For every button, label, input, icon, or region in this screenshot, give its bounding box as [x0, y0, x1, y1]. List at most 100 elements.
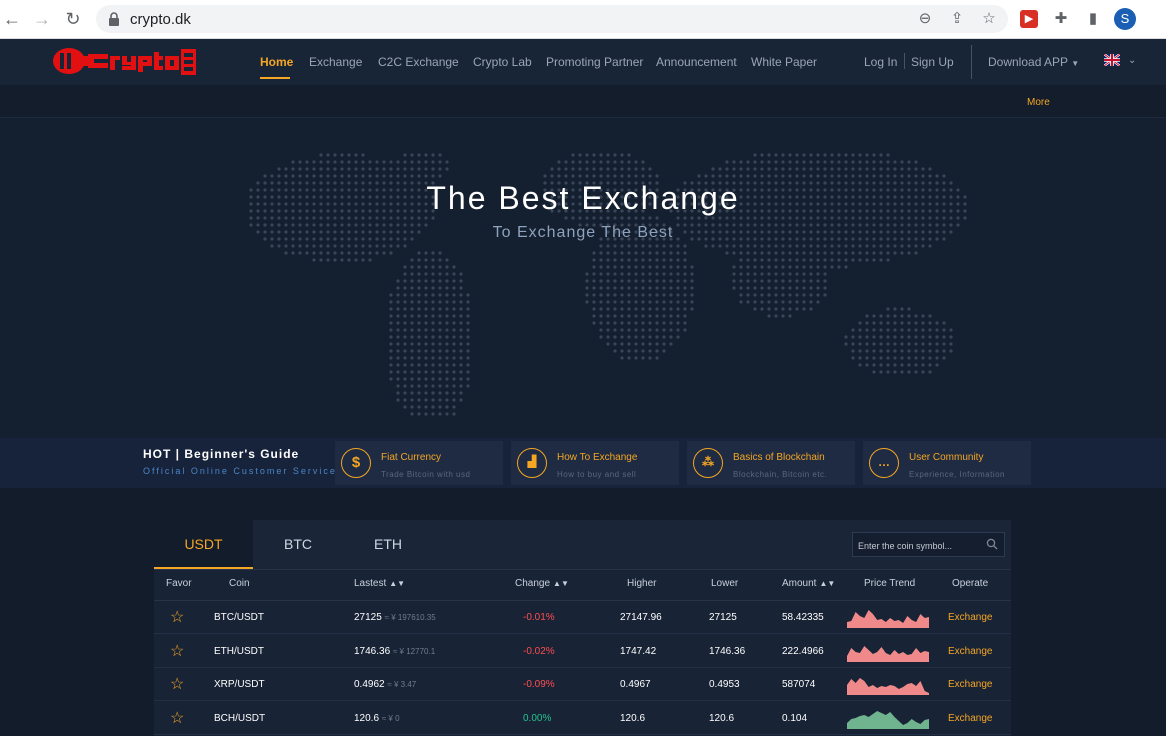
table-row[interactable]: ☆ BCH/USDT 120.6 ≈ ¥ 0 0.00% 120.6 120.6 0.104… [154, 702, 1011, 735]
nav-c2c-exchange[interactable]: C2C Exchange [378, 55, 459, 69]
col-label: Amount [782, 578, 817, 589]
price-trend-sparkline [847, 710, 929, 729]
share-icon[interactable]: ⇪ [948, 10, 966, 28]
low-value: 120.6 [709, 712, 735, 724]
last-price: 120.6 ≈ ¥ 0 [354, 713, 400, 724]
cny-value: ≈ ¥ 197610.35 [384, 613, 436, 622]
favorite-star-icon[interactable]: ☆ [170, 607, 184, 627]
card-subtitle: Trade Bitcoin with usd [381, 470, 471, 479]
guide-card-how-to-exchange[interactable]: ▟ How To Exchange How to buy and sell [511, 441, 679, 485]
card-subtitle: Experience, Information [909, 470, 1005, 479]
favorite-star-icon[interactable]: ☆ [170, 674, 184, 694]
login-link[interactable]: Log In [864, 55, 897, 69]
card-subtitle: How to buy and sell [557, 470, 637, 479]
nav-home[interactable]: Home [260, 55, 293, 69]
col-coin: Coin [229, 578, 250, 589]
last-value: 1746.36 [354, 645, 391, 657]
language-chevron-icon[interactable]: ⌄ [1128, 55, 1136, 66]
favorite-star-icon[interactable]: ☆ [170, 641, 184, 661]
guide-card-fiat-currency[interactable]: $ Fiat Currency Trade Bitcoin with usd [335, 441, 503, 485]
col-operate: Operate [952, 578, 989, 589]
profile-avatar[interactable]: S [1114, 8, 1136, 30]
coin-search-input[interactable] [853, 533, 988, 558]
lock-icon [109, 12, 119, 26]
guide-subtitle[interactable]: Official Online Customer Service [143, 466, 337, 476]
table-row[interactable]: ☆ ETH/USDT 1746.36 ≈ ¥ 12770.1 -0.02% 1747.4… [154, 635, 1011, 668]
exchange-link[interactable]: Exchange [948, 713, 992, 724]
guide-card-user-community[interactable]: … User Community Experience, Information [863, 441, 1031, 485]
search-icon[interactable] [986, 538, 998, 550]
hero-subtitle: To Exchange The Best [492, 224, 674, 241]
divider [971, 45, 972, 79]
coin-pair: ETH/USDT [214, 645, 264, 657]
guide-card-basics-of-blockchain[interactable]: ⁂ Basics of Blockchain Blockchain, Bitco… [687, 441, 855, 485]
chart-icon: ▟ [517, 448, 547, 478]
last-price: 1746.36 ≈ ¥ 12770.1 [354, 646, 435, 657]
chat-icon: … [869, 448, 899, 478]
tab-usdt[interactable]: USDT [154, 520, 253, 569]
extension-icon[interactable]: ▶ [1020, 10, 1038, 28]
hero-title: The Best Exchange [426, 180, 740, 216]
exchange-link[interactable]: Exchange [948, 646, 992, 657]
announcement-bar [0, 85, 1166, 118]
coin-pair: BTC/USDT [214, 612, 264, 623]
col-price-trend: Price Trend [864, 578, 916, 589]
signup-link[interactable]: Sign Up [911, 55, 954, 69]
divider [904, 53, 905, 69]
coin-pair: BCH/USDT [214, 712, 266, 724]
site-logo[interactable] [52, 44, 198, 78]
bookmark-star-icon[interactable]: ☆ [980, 10, 998, 28]
nav-crypto-lab[interactable]: Crypto Lab [473, 55, 532, 69]
coin-pair: XRP/USDT [214, 679, 265, 690]
low-value: 0.4953 [709, 679, 740, 690]
world-map-graphic [249, 153, 967, 416]
coin-search-box [852, 532, 1005, 558]
uk-flag-icon[interactable] [1104, 54, 1120, 66]
change-value: -0.02% [523, 645, 555, 657]
col-favor: Favor [166, 578, 192, 589]
high-value: 27147.96 [620, 612, 662, 623]
col-lastest[interactable]: Lastest ▲▼ [354, 578, 405, 589]
zoom-icon[interactable]: ⊖ [916, 10, 934, 28]
card-title: Basics of Blockchain [733, 452, 825, 463]
address-bar[interactable] [96, 5, 1008, 33]
exchange-link[interactable]: Exchange [948, 612, 992, 623]
nav-white-paper[interactable]: White Paper [751, 55, 817, 69]
col-amount[interactable]: Amount ▲▼ [782, 578, 835, 589]
col-label: Change [515, 578, 551, 589]
last-price: 27125 ≈ ¥ 197610.35 [354, 612, 436, 623]
last-value: 120.6 [354, 712, 380, 724]
high-value: 120.6 [620, 712, 646, 724]
price-trend-sparkline [847, 678, 929, 695]
table-row[interactable]: ☆ XRP/USDT 0.4962 ≈ ¥ 3.47 -0.09% 0.4967 0.49… [154, 668, 1011, 701]
nav-promoting-partner[interactable]: Promoting Partner [546, 55, 643, 69]
cny-value: ≈ ¥ 3.47 [387, 680, 417, 689]
back-icon[interactable]: ← [2, 9, 22, 29]
caret-down-icon: ▼ [1071, 59, 1080, 68]
nav-announcement[interactable]: Announcement [656, 55, 737, 69]
reload-icon[interactable]: ↻ [63, 9, 83, 29]
tab-btc[interactable]: BTC [253, 520, 343, 569]
tab-eth[interactable]: ETH [343, 520, 433, 569]
high-value: 0.4967 [620, 679, 651, 690]
download-app-dropdown[interactable]: Download APP ▼ [988, 55, 1079, 69]
card-subtitle: Blockchain, Bitcoin etc. [733, 470, 828, 479]
sort-icon: ▲▼ [553, 579, 569, 588]
table-row[interactable]: ☆ BTC/USDT 27125 ≈ ¥ 197610.35 -0.01% 27147.… [154, 601, 1011, 634]
sort-icon: ▲▼ [389, 579, 406, 588]
url-text[interactable]: crypto.dk [130, 11, 191, 28]
high-value: 1747.42 [620, 645, 657, 657]
puzzle-extensions-icon[interactable]: ✚ [1052, 10, 1070, 28]
favorite-star-icon[interactable]: ☆ [170, 708, 184, 728]
more-link[interactable]: More [1027, 97, 1050, 108]
col-change[interactable]: Change ▲▼ [515, 578, 569, 589]
hero-banner [0, 118, 1166, 438]
side-panel-icon[interactable]: ▮ [1084, 10, 1102, 28]
nav-exchange[interactable]: Exchange [309, 55, 362, 69]
card-title: Fiat Currency [381, 452, 442, 463]
forward-icon[interactable]: → [32, 9, 52, 29]
sort-icon: ▲▼ [819, 579, 836, 588]
exchange-link[interactable]: Exchange [948, 679, 992, 690]
amount-value: 587074 [782, 679, 816, 690]
cny-value: ≈ ¥ 0 [381, 713, 400, 723]
